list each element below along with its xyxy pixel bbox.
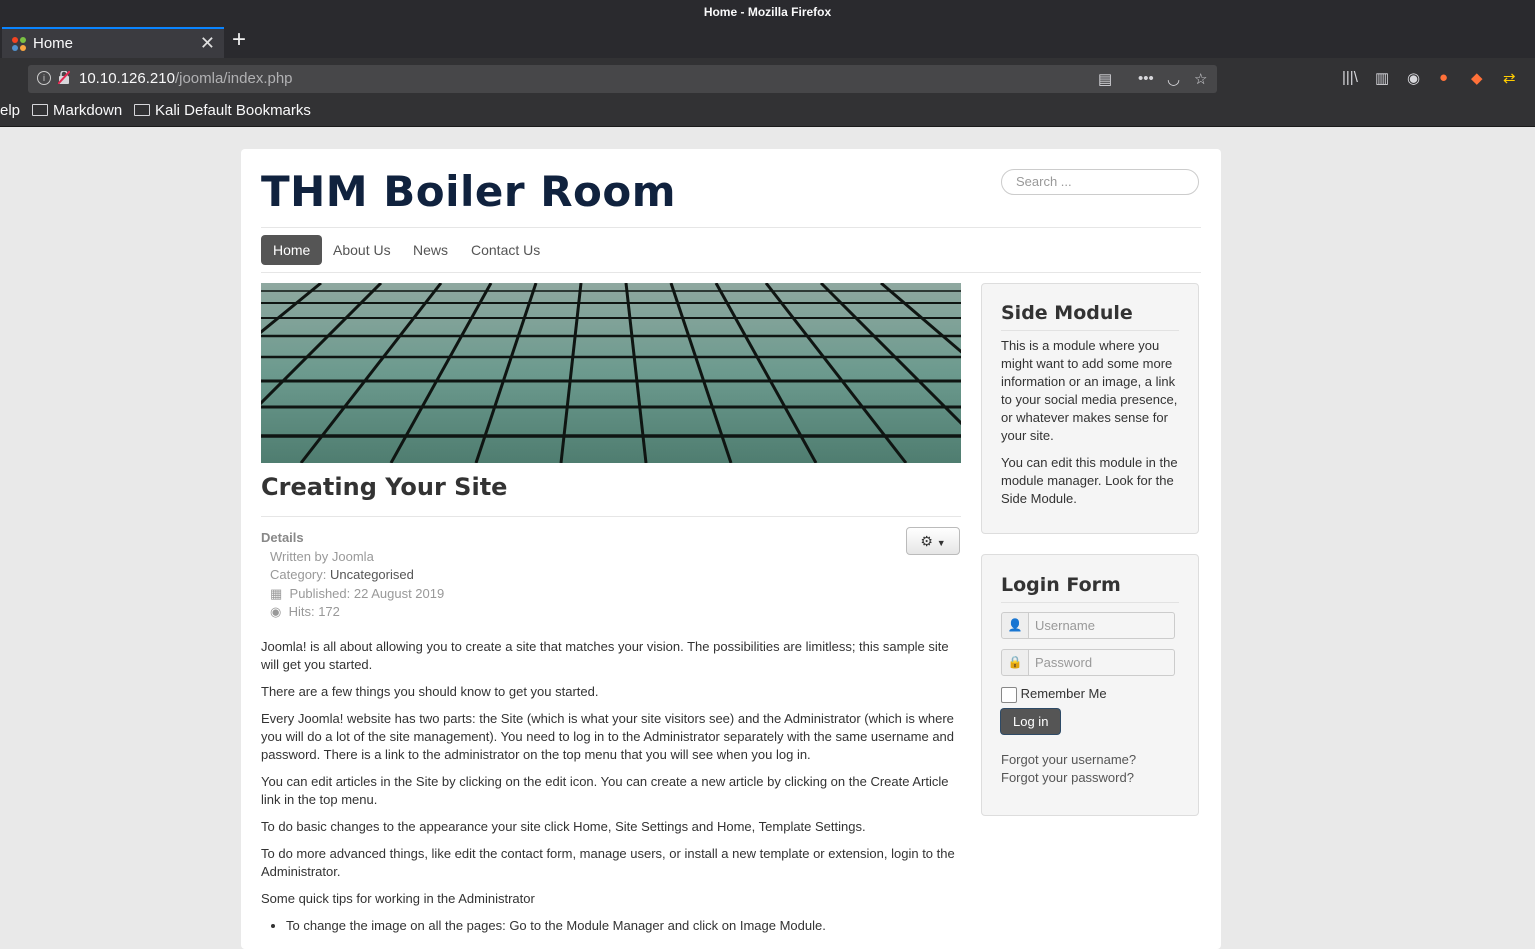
site-title[interactable]: THM Boiler Room — [261, 167, 676, 216]
folder-icon — [134, 104, 150, 116]
search-input[interactable]: Search ... — [1001, 169, 1199, 195]
login-form-title: Login Form — [1001, 574, 1179, 603]
bookmark-help[interactable]: elp — [0, 102, 20, 119]
extension-icon-2[interactable]: ◆ — [1471, 69, 1483, 87]
category: Category: Uncategorised — [261, 566, 444, 585]
extension-icon[interactable]: ● — [1439, 69, 1448, 86]
hits: ◉ Hits: 172 — [261, 603, 444, 622]
remember-me: Remember Me — [1001, 686, 1179, 703]
divider — [261, 272, 1201, 273]
bookmark-kali[interactable]: Kali Default Bookmarks — [134, 102, 311, 119]
close-tab-icon[interactable]: ✕ — [200, 33, 215, 54]
joomla-favicon-icon — [12, 37, 26, 51]
library-icon[interactable]: |||\ — [1342, 69, 1358, 86]
remember-me-label[interactable]: Remember Me — [1021, 686, 1107, 701]
nav-news[interactable]: News — [413, 235, 448, 265]
tab-title: Home — [33, 35, 74, 52]
url-bar[interactable]: i 10.10.126.210/joomla/index.php ▤ ••• ◡… — [28, 65, 1217, 93]
details-label: Details — [261, 530, 304, 545]
page-actions-icon[interactable]: ••• — [1138, 70, 1154, 87]
url-text: 10.10.126.210/joomla/index.php — [79, 70, 293, 87]
article-body: Joomla! is all about allowing you to cre… — [261, 638, 961, 935]
page-container: THM Boiler Room Search ... Home About Us… — [241, 149, 1221, 949]
sidebar-icon[interactable]: ▥ — [1375, 69, 1389, 87]
username-input[interactable]: Username — [1029, 612, 1175, 639]
bookmark-label: Markdown — [53, 102, 123, 119]
side-module: Side Module This is a module where you m… — [981, 283, 1199, 534]
login-button[interactable]: Log in — [1001, 708, 1061, 734]
tab-bar: Home ✕ + — [0, 24, 1535, 58]
paragraph: Joomla! is all about allowing you to cre… — [261, 639, 949, 672]
reader-view-icon[interactable]: ▤ — [1098, 70, 1112, 88]
nav-contact-us[interactable]: Contact Us — [471, 235, 540, 265]
window-title: Home - Mozilla Firefox — [0, 0, 1535, 24]
lock-icon: 🔒 — [1001, 649, 1029, 676]
new-tab-icon[interactable]: + — [232, 26, 246, 54]
paragraph: To do basic changes to the appearance yo… — [261, 819, 866, 834]
password-input[interactable]: Password — [1029, 649, 1175, 676]
author: Written by Joomla — [270, 548, 374, 564]
divider — [261, 516, 961, 517]
published-date: ▦ Published: 22 August 2019 — [261, 585, 444, 604]
category-label: Category: — [270, 567, 327, 582]
nav-home[interactable]: Home — [261, 235, 323, 265]
bookmarks-toolbar: elp Markdown Kali Default Bookmarks — [0, 99, 1535, 127]
divider — [261, 227, 1201, 228]
bookmark-star-icon[interactable]: ☆ — [1194, 70, 1207, 88]
article-details: Details Written by Joomla Category: Unca… — [261, 529, 444, 622]
user-icon: 👤 — [1001, 612, 1029, 639]
paragraph: You can edit articles in the Site by cli… — [261, 774, 949, 807]
published-text: Published: 22 August 2019 — [289, 585, 445, 601]
folder-icon — [32, 104, 48, 116]
username-field: 👤 Username — [1001, 612, 1179, 639]
forgot-username-link[interactable]: Forgot your username? — [1001, 751, 1179, 769]
category-link[interactable]: Uncategorised — [330, 567, 414, 582]
forgot-password-link[interactable]: Forgot your password? — [1001, 769, 1179, 787]
side-module-text: You can edit this module in the module m… — [1001, 455, 1178, 506]
password-field: 🔒 Password — [1001, 649, 1179, 676]
article-title[interactable]: Creating Your Site — [261, 473, 507, 501]
paragraph: Every Joomla! website has two parts: the… — [261, 711, 955, 762]
navigation-bar: i 10.10.126.210/joomla/index.php ▤ ••• ◡… — [0, 58, 1535, 99]
url-path: /joomla/index.php — [174, 70, 293, 87]
paragraph: Some quick tips for working in the Admin… — [261, 891, 535, 906]
insecure-lock-icon[interactable] — [58, 71, 70, 84]
article-options-button[interactable]: ⚙ ▼ — [906, 527, 960, 555]
bookmark-markdown[interactable]: Markdown — [32, 102, 122, 119]
side-module-title: Side Module — [1001, 302, 1179, 331]
nav-about-us[interactable]: About Us — [333, 235, 391, 265]
login-form-module: Login Form 👤 Username 🔒 Password Remembe… — [981, 554, 1199, 816]
pocket-icon[interactable]: ◡ — [1167, 70, 1180, 88]
tips-list: To change the image on all the pages: Go… — [261, 917, 961, 935]
eye-icon: ◉ — [270, 604, 282, 619]
list-item: To change the image on all the pages: Go… — [286, 917, 961, 935]
tab-home[interactable]: Home ✕ — [2, 27, 224, 58]
url-host: 10.10.126.210 — [79, 70, 175, 87]
header-image — [261, 283, 961, 463]
side-module-text: This is a module where you might want to… — [1001, 338, 1178, 443]
hits-text: Hits: 172 — [288, 604, 340, 619]
paragraph: To do more advanced things, like edit th… — [261, 846, 955, 879]
info-icon[interactable]: i — [37, 71, 51, 85]
extension-icon-3[interactable]: ⇄ — [1503, 69, 1516, 87]
caret-down-icon: ▼ — [936, 538, 946, 548]
remember-me-checkbox[interactable] — [1001, 686, 1017, 703]
gear-icon: ⚙ — [920, 533, 933, 549]
calendar-icon: ▦ — [270, 585, 283, 601]
bookmark-label: Kali Default Bookmarks — [155, 102, 311, 119]
paragraph: There are a few things you should know t… — [261, 684, 599, 699]
account-icon[interactable]: ◉ — [1407, 69, 1420, 87]
